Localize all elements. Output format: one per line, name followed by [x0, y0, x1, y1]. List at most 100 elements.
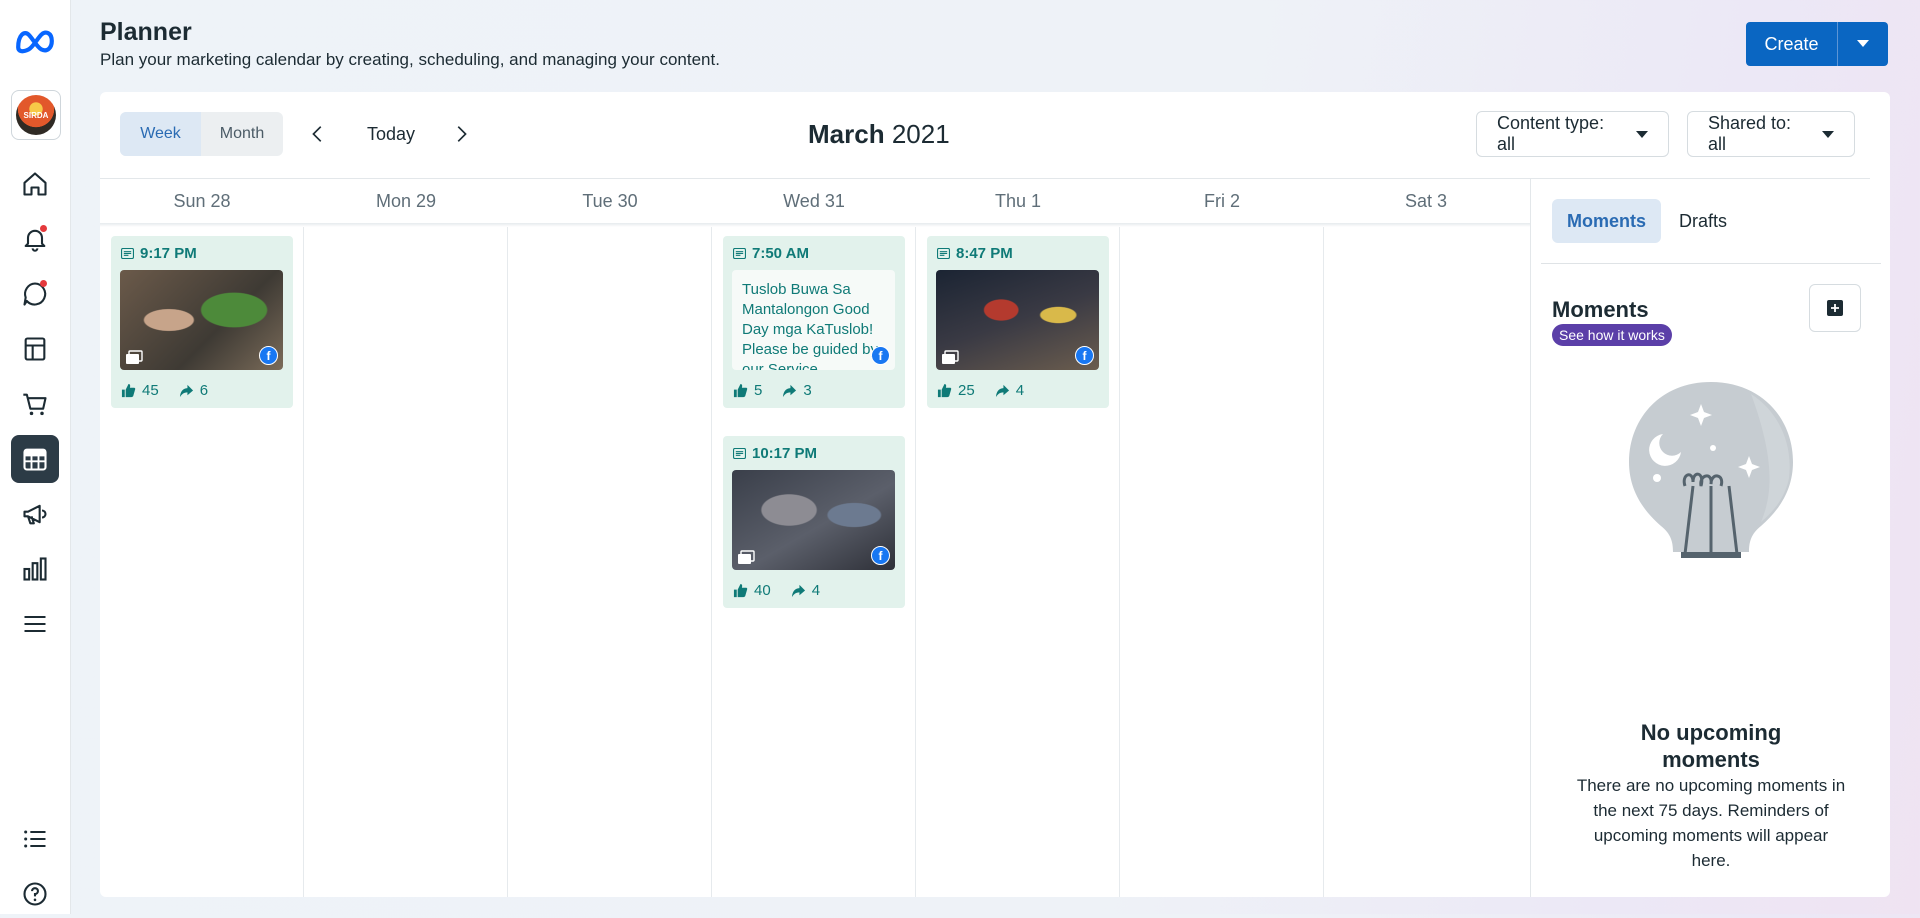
- content-type-filter[interactable]: Content type: all: [1476, 111, 1669, 157]
- scheduled-post-card[interactable]: 8:47 PM f 25 4: [927, 236, 1109, 408]
- inbox-icon[interactable]: [11, 270, 59, 318]
- caret-down-icon: [1636, 130, 1648, 138]
- post-type-icon: [937, 248, 950, 259]
- facebook-icon: f: [871, 346, 890, 365]
- likes-count: 25: [958, 382, 975, 399]
- month-view-button[interactable]: Month: [201, 112, 283, 156]
- create-dropdown-button[interactable]: [1837, 22, 1888, 66]
- notifications-icon[interactable]: [11, 215, 59, 263]
- see-how-it-works-badge[interactable]: See how it works: [1552, 324, 1672, 346]
- like-icon: [937, 383, 952, 398]
- moments-sidebar: Moments Drafts Moments See how it works …: [1530, 179, 1891, 897]
- create-button[interactable]: Create: [1746, 22, 1837, 66]
- multi-photo-icon: [738, 550, 755, 564]
- post-thumbnail: f: [732, 470, 895, 570]
- post-time-label: 10:17 PM: [752, 445, 818, 462]
- caret-down-icon: [1822, 130, 1834, 138]
- shares-count: 4: [811, 582, 821, 599]
- previous-week-button[interactable]: [306, 122, 330, 146]
- all-tools-icon[interactable]: [11, 600, 59, 648]
- shared-to-filter-label: Shared to: all: [1708, 113, 1792, 154]
- day-header: Fri 2: [1204, 191, 1240, 211]
- post-text: Tuslob Buwa Sa Mantalongon Good Day mga …: [742, 281, 878, 370]
- share-icon: [179, 384, 193, 398]
- like-icon: [733, 583, 748, 598]
- column-divider: [711, 227, 712, 897]
- like-icon: [733, 383, 748, 398]
- facebook-icon: f: [871, 546, 890, 565]
- notification-dot: [40, 225, 47, 232]
- day-header: Tue 30: [582, 191, 638, 211]
- day-header: Mon 29: [375, 191, 437, 211]
- day-header: Sun 28: [173, 191, 231, 211]
- column-divider: [303, 227, 304, 897]
- multi-photo-icon: [126, 350, 143, 364]
- empty-state-text: There are no upcoming moments in the nex…: [1576, 776, 1846, 870]
- shares-count: 6: [199, 382, 209, 399]
- column-divider: [915, 227, 916, 897]
- left-navigation: SIRDA: [0, 0, 71, 914]
- home-icon[interactable]: [11, 160, 59, 208]
- shares-count: 4: [1015, 382, 1025, 399]
- post-type-icon: [121, 248, 134, 259]
- shared-to-filter[interactable]: Shared to: all: [1687, 111, 1855, 157]
- day-header: Wed 31: [783, 191, 845, 211]
- moments-title: Moments: [1552, 297, 1649, 322]
- content-type-filter-label: Content type: all: [1497, 113, 1605, 154]
- scheduled-post-card[interactable]: 7:50 AM Tuslob Buwa Sa Mantalongon Good …: [723, 236, 905, 408]
- post-type-icon: [733, 248, 746, 259]
- chevron-left-icon: [312, 126, 322, 142]
- today-button[interactable]: Today: [367, 124, 415, 145]
- multi-photo-icon: [942, 350, 959, 364]
- post-time: 10:17 PM: [733, 445, 817, 462]
- post-time: 7:50 AM: [733, 245, 809, 262]
- empty-state-title: No upcoming moments: [1640, 720, 1782, 772]
- ads-icon[interactable]: [11, 490, 59, 538]
- week-calendar: Sun 28 Mon 29 Tue 30 Wed 31 Thu 1 Fri 2 …: [100, 179, 1530, 897]
- planner-icon[interactable]: [11, 435, 59, 483]
- shares-count: 3: [803, 382, 812, 399]
- scheduled-post-card[interactable]: 9:17 PM f 45 6: [111, 236, 293, 408]
- column-divider: [1323, 227, 1324, 897]
- current-month-title: March 2021: [808, 119, 950, 150]
- page-avatar[interactable]: SIRDA: [11, 90, 61, 140]
- post-time-label: 9:17 PM: [140, 245, 197, 262]
- post-thumbnail: f: [120, 270, 283, 370]
- year: 2021: [891, 119, 950, 149]
- create-button-group: Create: [1746, 22, 1888, 66]
- week-view-button[interactable]: Week: [120, 112, 201, 156]
- meta-logo-icon[interactable]: [11, 17, 59, 65]
- insights-icon[interactable]: [11, 545, 59, 593]
- content-icon[interactable]: [11, 325, 59, 373]
- add-icon: [1827, 300, 1843, 316]
- edit-page-icon[interactable]: [11, 815, 59, 863]
- inbox-dot: [40, 280, 47, 287]
- next-week-button[interactable]: [449, 122, 473, 146]
- day-header: Sat 3: [1404, 191, 1448, 211]
- column-divider: [1119, 227, 1120, 897]
- add-moment-button[interactable]: [1809, 284, 1861, 332]
- share-icon: [783, 384, 797, 398]
- scheduled-post-card[interactable]: 10:17 PM f 40 4: [723, 436, 905, 608]
- day-header: Thu 1: [994, 191, 1042, 211]
- lightbulb-illustration: [1629, 382, 1793, 558]
- column-divider: [507, 227, 508, 897]
- planner-panel: Week Month Today March 2021 Content type…: [100, 92, 1890, 897]
- likes-count: 40: [754, 582, 771, 599]
- post-stats: 40 4: [733, 582, 820, 599]
- like-icon: [121, 383, 136, 398]
- chevron-down-icon: [1857, 40, 1869, 47]
- page-subtitle: Plan your marketing calendar by creating…: [100, 50, 720, 69]
- post-stats: 5 3: [733, 382, 812, 399]
- post-time: 8:47 PM: [937, 245, 1013, 262]
- tab-moments[interactable]: Moments: [1552, 199, 1661, 243]
- likes-count: 45: [142, 382, 159, 399]
- share-icon: [995, 384, 1009, 398]
- facebook-icon: f: [1075, 346, 1094, 365]
- header-divider: [100, 223, 1530, 227]
- post-time-label: 7:50 AM: [752, 245, 809, 262]
- view-switcher: Week Month: [120, 112, 283, 156]
- tab-drafts[interactable]: Drafts: [1673, 199, 1733, 243]
- commerce-icon[interactable]: [11, 380, 59, 428]
- help-icon[interactable]: [11, 870, 59, 918]
